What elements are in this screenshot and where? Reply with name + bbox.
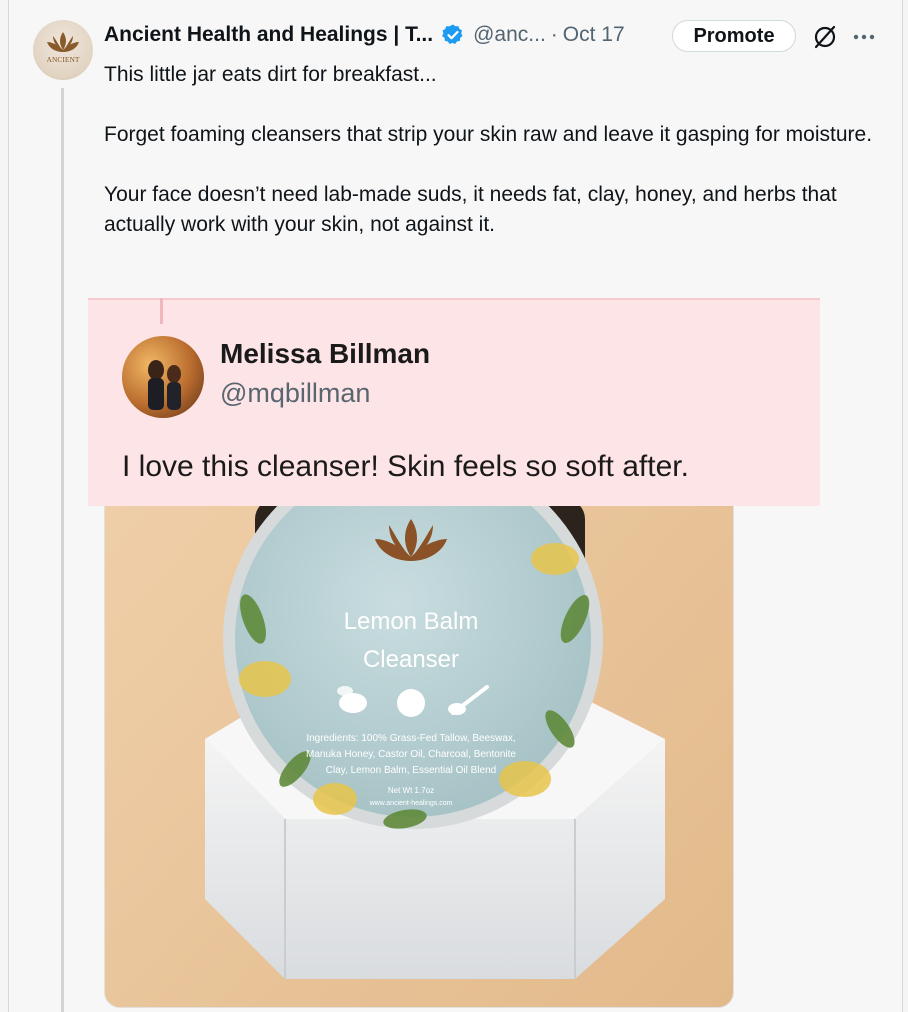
ingredients-line3: Clay, Lemon Balm, Essential Oil Blend: [326, 765, 496, 776]
quote-thread-tick: [160, 298, 163, 324]
grok-icon[interactable]: [812, 24, 838, 50]
quote-author-name: Melissa Billman: [220, 338, 431, 369]
website-text: www.ancient-healings.com: [369, 800, 453, 807]
more-options-icon[interactable]: [852, 30, 876, 42]
quote-text: I love this cleanser! Skin feels so soft…: [122, 450, 689, 483]
quote-author-avatar: [122, 336, 204, 418]
ingredients-line1: Ingredients: 100% Grass-Fed Tallow, Bees…: [306, 733, 515, 744]
post-text: This little jar eats dirt for breakfast.…: [104, 60, 884, 240]
product-title-line2: Cleanser: [363, 646, 459, 673]
post-date[interactable]: Oct 17: [563, 23, 625, 47]
author-handle[interactable]: @anc...: [473, 23, 546, 47]
separator-dot: ·: [550, 23, 558, 46]
author-avatar[interactable]: ANCIENT: [33, 20, 93, 80]
post-text-line-1: This little jar eats dirt for breakfast.…: [104, 63, 437, 86]
ingredients-line2: Manuka Honey, Castor Oil, Charcoal, Bent…: [306, 749, 516, 760]
lemon-icon: [397, 689, 425, 717]
product-title-line1: Lemon Balm: [344, 608, 479, 635]
author-display-name[interactable]: Ancient Health and Healings | T...: [104, 23, 433, 47]
quote-overlay: Melissa Billman @mqbillman I love this c…: [88, 298, 820, 506]
net-weight: Net Wt 1.7oz: [388, 786, 434, 795]
thread-line: [61, 88, 64, 1012]
quote-author-handle: @mqbillman: [220, 378, 371, 408]
promote-button[interactable]: Promote: [672, 20, 796, 52]
post-text-paragraph-3: Your face doesn’t need lab-made suds, it…: [104, 183, 837, 236]
avatar-logo-text: ANCIENT: [47, 55, 80, 64]
post-text-paragraph-2: Forget foaming cleansers that strip your…: [104, 123, 873, 146]
post-header: Ancient Health and Healings | T... @anc.…: [104, 19, 625, 51]
verified-badge-icon[interactable]: [441, 23, 465, 47]
